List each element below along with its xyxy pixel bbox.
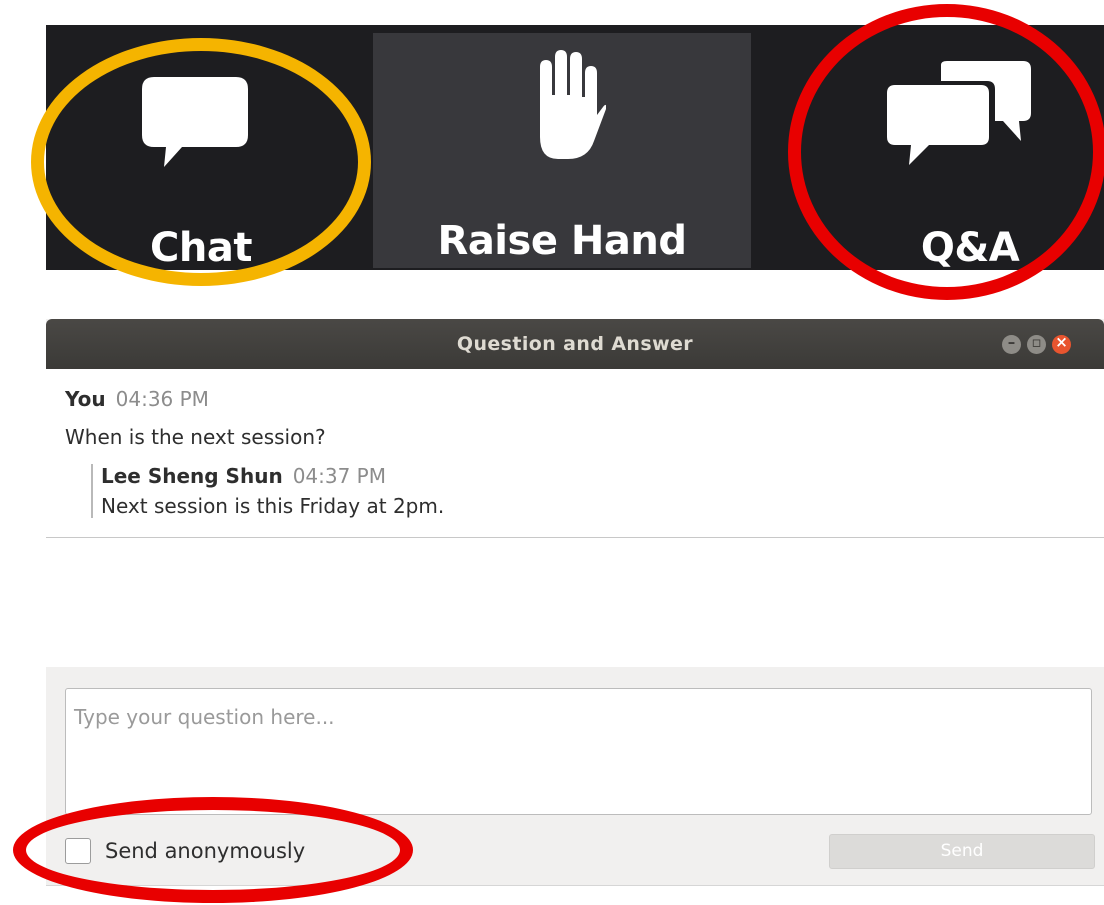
meeting-toolbar: Chat Raise Hand Q&A — [46, 25, 1104, 271]
question-input[interactable] — [65, 688, 1092, 815]
title-bar: Question and Answer – ▫ × — [46, 319, 1104, 369]
qa-label: Q&A — [920, 225, 1020, 271]
minimize-button[interactable]: – — [1002, 333, 1021, 354]
raise-hand-label: Raise Hand — [437, 218, 687, 264]
answer-block: Lee Sheng Shun 04:37 PM Next session is t… — [91, 464, 444, 518]
message-divider — [46, 537, 1104, 538]
minimize-icon: – — [1007, 333, 1016, 351]
question-text: When is the next session? — [65, 425, 326, 449]
raise-hand-icon — [540, 50, 606, 159]
answer-time: 04:37 PM — [292, 464, 386, 488]
raise-hand-button[interactable]: Raise Hand — [373, 33, 751, 268]
answer-author: Lee Sheng Shun — [101, 464, 283, 488]
dialog-title: Question and Answer — [456, 333, 694, 355]
chat-label: Chat — [150, 225, 252, 271]
qa-dialog: Question and Answer – ▫ × You 04:36 PM Wh… — [46, 319, 1104, 886]
anonymous-label: Send anonymously — [105, 839, 306, 863]
question-author: You — [65, 387, 106, 411]
close-button[interactable]: × — [1052, 333, 1071, 354]
anonymous-checkbox[interactable] — [65, 838, 91, 864]
message-list: You 04:36 PM When is the next session? Le… — [46, 369, 1104, 667]
qa-button[interactable]: Q&A — [836, 25, 1104, 271]
close-icon: × — [1055, 333, 1068, 351]
qa-bubbles-icon — [887, 61, 1031, 165]
maximize-icon: ▫ — [1031, 333, 1042, 351]
chat-button[interactable]: Chat — [46, 25, 356, 271]
answer-header: Lee Sheng Shun 04:37 PM — [101, 464, 444, 488]
chat-bubble-icon — [142, 77, 248, 167]
answer-text: Next session is this Friday at 2pm. — [101, 494, 445, 518]
question-header: You 04:36 PM — [65, 387, 209, 411]
send-button[interactable]: Send — [829, 834, 1095, 869]
question-time: 04:36 PM — [115, 387, 209, 411]
maximize-button[interactable]: ▫ — [1027, 333, 1046, 354]
